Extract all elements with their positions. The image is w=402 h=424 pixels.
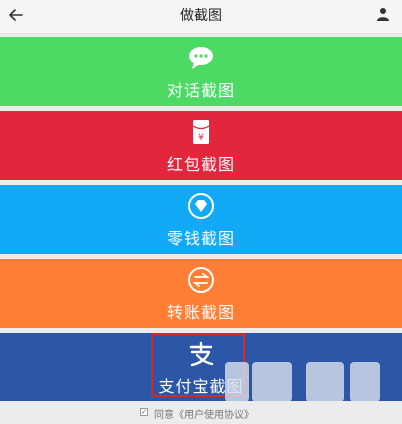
agree-terms-link[interactable]: 同意《用户使用协议》 [154, 406, 254, 421]
tile-label: 零钱截图 [166, 229, 235, 248]
svg-text:¥: ¥ [198, 133, 204, 143]
tile-change-screenshot[interactable]: 零钱截图 [0, 185, 402, 254]
blur-overlay [252, 362, 292, 402]
agree-checkbox[interactable]: ✓ [140, 408, 148, 416]
red-envelope-icon: ¥ [192, 120, 210, 144]
page-title: 做截图 [180, 8, 222, 24]
blur-overlay [225, 362, 249, 402]
transfer-icon [188, 267, 214, 293]
footer: ✓ 同意《用户使用协议》 [0, 401, 402, 424]
tile-chat-screenshot[interactable]: 对话截图 [0, 37, 402, 106]
tile-transfer-screenshot[interactable]: 转账截图 [0, 259, 402, 328]
blur-overlay [306, 362, 344, 402]
tile-red-envelope-screenshot[interactable]: ¥ 红包截图 [0, 111, 402, 180]
user-icon[interactable] [376, 7, 390, 21]
top-bar: 做截图 [0, 0, 402, 34]
tile-label: 转账截图 [166, 303, 235, 322]
tile-label: 红包截图 [166, 155, 235, 174]
diamond-icon [188, 193, 214, 219]
tile-label: 对话截图 [166, 81, 235, 100]
blur-overlay [350, 362, 380, 402]
chat-bubble-icon [189, 47, 213, 69]
